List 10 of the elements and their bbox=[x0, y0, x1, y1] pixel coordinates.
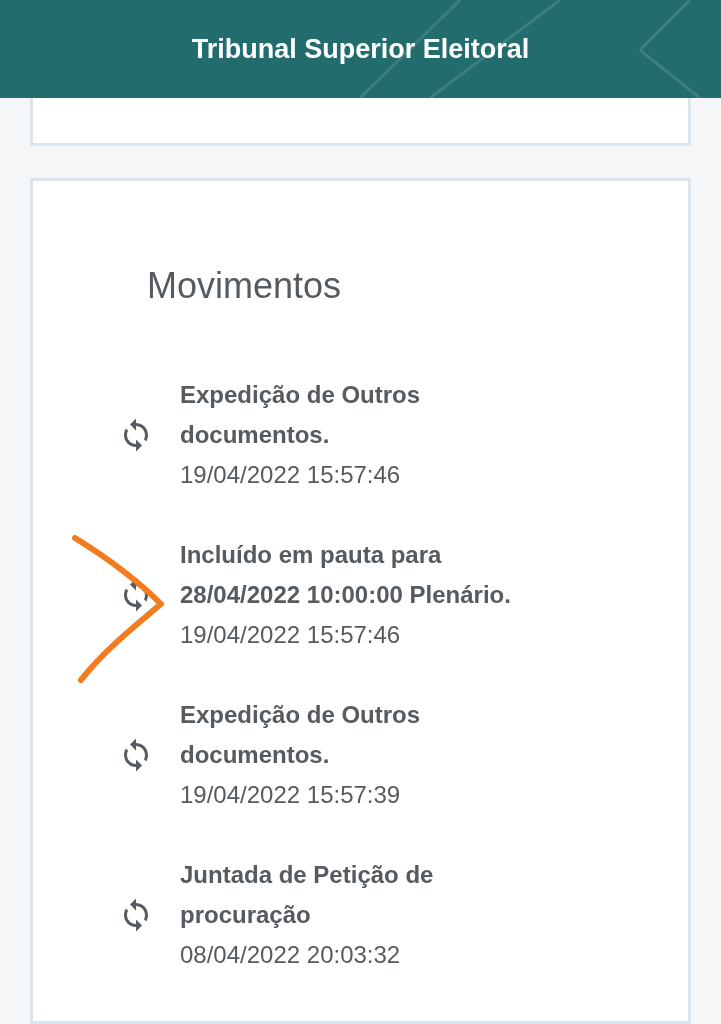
movement-title: Expedição de Outros documentos. bbox=[180, 700, 422, 770]
movement-title: Juntada de Petição de procuração bbox=[180, 860, 435, 930]
movement-date: 19/04/2022 15:57:46 bbox=[180, 460, 402, 490]
movement-date: 08/04/2022 20:03:32 bbox=[180, 940, 402, 970]
movement-title: Expedição de Outros documentos. bbox=[180, 380, 422, 450]
section-title: Movimentos bbox=[147, 264, 343, 308]
movement-date: 19/04/2022 15:57:46 bbox=[180, 620, 402, 650]
movement-date: 19/04/2022 15:57:39 bbox=[180, 780, 402, 810]
movement-title: Incluído em pauta para 28/04/2022 10:00:00 Plenário. bbox=[180, 540, 512, 610]
header-title: Tribunal Superior Eleitoral bbox=[191, 32, 530, 66]
